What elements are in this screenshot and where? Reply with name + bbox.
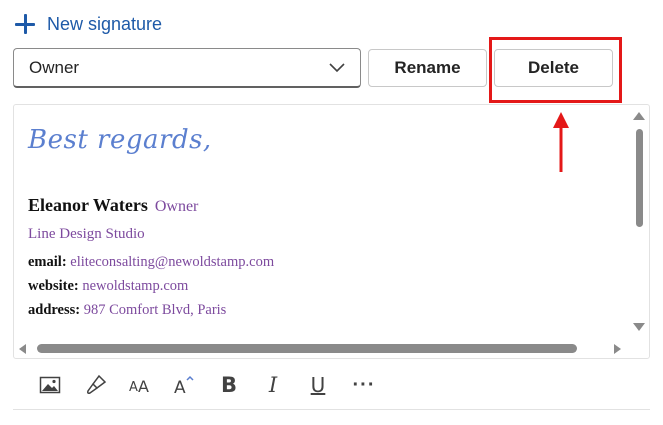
- svg-text:A: A: [129, 380, 138, 395]
- horizontal-scrollbar[interactable]: [14, 341, 630, 357]
- email-label: email:: [28, 254, 67, 270]
- bold-icon[interactable]: B: [216, 372, 242, 398]
- more-options-icon[interactable]: ···: [351, 372, 377, 398]
- delete-highlight-box: [489, 37, 622, 103]
- website-value: newoldstamp.com: [82, 278, 189, 294]
- vertical-scroll-thumb[interactable]: [636, 129, 643, 227]
- greeting-text: Best regards,: [28, 125, 212, 155]
- email-line: email: eliteconsalting@newoldstamp.com: [28, 254, 274, 271]
- address-label: address:: [28, 302, 81, 318]
- rename-button[interactable]: Rename: [368, 49, 487, 87]
- address-value: 987 Comfort Blvd, Paris: [83, 302, 227, 318]
- chevron-down-icon: [329, 63, 345, 73]
- signature-role: Owner: [154, 198, 199, 215]
- signature-select[interactable]: Owner: [13, 48, 361, 88]
- scroll-down-icon[interactable]: [633, 323, 645, 331]
- format-painter-icon[interactable]: [83, 372, 109, 398]
- scroll-up-icon[interactable]: [633, 112, 645, 120]
- website-line: website: newoldstamp.com: [28, 278, 188, 295]
- signature-name: Eleanor Waters: [28, 195, 148, 215]
- signature-select-value: Owner: [29, 57, 80, 77]
- scroll-right-icon[interactable]: [614, 344, 621, 354]
- name-line: Eleanor Waters Owner: [28, 195, 198, 216]
- plus-icon: [14, 13, 36, 35]
- signature-editor[interactable]: Best regards, Eleanor Waters Owner Line …: [13, 104, 650, 359]
- new-signature-button[interactable]: New signature: [14, 10, 162, 38]
- website-label: website:: [28, 278, 79, 294]
- underline-icon[interactable]: U: [305, 372, 331, 398]
- horizontal-scroll-thumb[interactable]: [37, 344, 577, 353]
- image-icon[interactable]: [37, 372, 63, 398]
- font-size-icon[interactable]: A A: [127, 372, 153, 398]
- email-value: eliteconsalting@newoldstamp.com: [70, 254, 275, 270]
- address-line: address: 987 Comfort Blvd, Paris: [28, 302, 226, 319]
- vertical-scrollbar[interactable]: [629, 105, 649, 343]
- svg-text:A: A: [138, 377, 149, 396]
- new-signature-label: New signature: [47, 13, 163, 34]
- font-size-increase-icon[interactable]: A: [171, 372, 197, 398]
- signature-company: Line Design Studio: [28, 226, 145, 242]
- scroll-left-icon[interactable]: [19, 344, 26, 354]
- italic-icon[interactable]: I: [260, 372, 286, 398]
- formatting-toolbar: A A A B I U ···: [13, 362, 650, 410]
- svg-text:A: A: [174, 378, 186, 396]
